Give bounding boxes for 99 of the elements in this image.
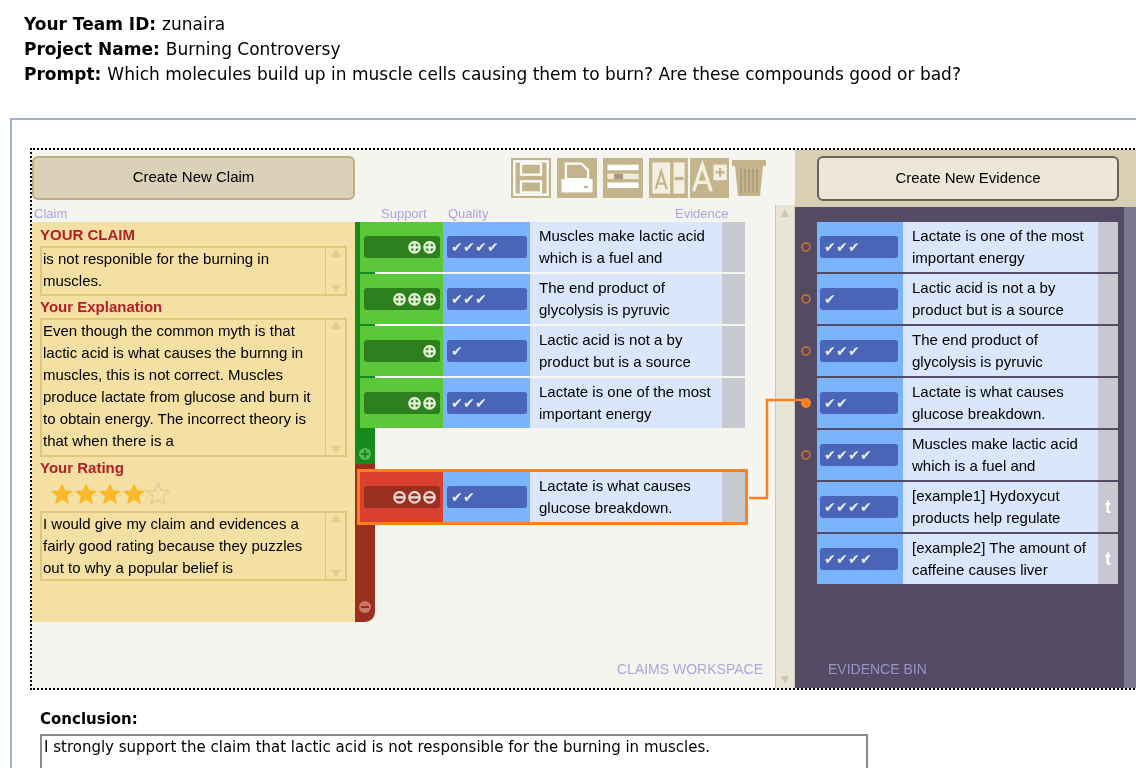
star-icon[interactable]	[74, 482, 98, 506]
connector-icon[interactable]	[801, 346, 811, 356]
field-label: Project Name:	[24, 39, 160, 60]
trash-icon[interactable]	[731, 157, 767, 198]
quality-meter: ✔✔✔✔	[446, 236, 527, 258]
quality-meter: ✔✔✔✔	[820, 444, 898, 466]
card-handle[interactable]	[1098, 378, 1118, 428]
print-icon[interactable]	[557, 157, 597, 198]
claim-row[interactable]: ⊕⊕ ✔✔✔ Lactate is one of the most important energy	[360, 378, 745, 428]
field-value: Which molecules build up in muscle cells causing them to burn? Are these compounds good or bad?	[107, 64, 961, 85]
conclusion-label: Conclusion:	[40, 709, 139, 730]
card-handle[interactable]	[1098, 326, 1118, 376]
evidence-text: Muscles make lactic acid which is a fuel and	[903, 430, 1098, 480]
star-icon[interactable]	[146, 482, 170, 506]
quality-meter: ✔	[820, 288, 898, 310]
card-handle[interactable]	[722, 472, 745, 522]
evidence-text: Lactate is what causes glucose breakdown.	[530, 472, 722, 522]
conclusion-field[interactable]: I strongly support the claim that lactic acid is not responsible for the burning in muscles.	[40, 733, 868, 768]
connector-icon[interactable]	[801, 294, 811, 304]
add-icon[interactable]	[358, 447, 372, 461]
scroll-down-icon[interactable]	[329, 284, 342, 294]
support-meter: ⊕⊕	[363, 392, 440, 414]
evidence-text: [example2] The amount of caffeine causes liver	[903, 534, 1098, 584]
quality-meter: ✔✔	[446, 486, 527, 508]
increase-font-icon[interactable]	[690, 157, 729, 198]
star-icon[interactable]	[122, 482, 146, 506]
claim-row[interactable]: ⊕ ✔ Lactic acid is not a by product but is a source	[360, 326, 745, 376]
rating-text-box[interactable]: I would give my claim and evidences a fairly good rating because they puzzles out to why a popular belief is	[40, 511, 347, 581]
column-header: Claim	[34, 205, 68, 222]
connector-icon[interactable]	[800, 397, 812, 409]
connector-icon[interactable]	[801, 242, 811, 252]
claim-row[interactable]: ⊖⊖⊖ ✔✔ Lactate is what causes glucose breakdown.	[360, 472, 745, 522]
quality-meter: ✔✔✔✔	[820, 496, 898, 518]
support-meter: ⊕	[363, 340, 440, 362]
card-handle[interactable]	[722, 378, 745, 428]
evidence-text: [example1] Hydoxycut products help regulate	[903, 482, 1098, 532]
evidence-text: Lactic acid is not a by product but is a source	[903, 274, 1098, 324]
claim-row[interactable]: ⊕⊕⊕ ✔✔✔ The end product of glycolysis is pyruvic	[360, 274, 745, 324]
create-evidence-button[interactable]: Create New Evidence	[817, 156, 1119, 201]
evidence-text: Lactate is one of the most important energy	[903, 222, 1098, 272]
support-meter: ⊕⊕⊕	[363, 288, 440, 310]
card-handle[interactable]	[722, 274, 745, 324]
evidence-card[interactable]: ✔✔ Lactate is what causes glucose breakdown.	[817, 378, 1118, 428]
evidence-card[interactable]: ✔✔✔ The end product of glycolysis is pyruvic	[817, 326, 1118, 376]
field-value: Burning Controversy	[165, 39, 341, 60]
scroll-up-icon[interactable]	[329, 248, 342, 258]
quality-meter: ✔✔✔✔	[820, 548, 898, 570]
star-icon[interactable]	[50, 482, 74, 506]
explanation-text-box[interactable]: Even though the common myth is that lactic acid is what causes the burnng in muscles, this is not correct. Muscles produce lactate from glucose and burn it to obtain energy. The incorrect theory is that when there is a	[40, 318, 347, 457]
evidence-text: Lactate is what causes glucose breakdown.	[903, 378, 1098, 428]
section-heading: YOUR CLAIM	[40, 225, 136, 245]
column-header: Support	[381, 205, 427, 222]
evidence-text: Lactic acid is not a by product but is a source	[530, 326, 722, 376]
scroll-down-icon[interactable]	[329, 569, 342, 579]
column-header: Evidence	[675, 205, 729, 222]
support-meter: ⊖⊖⊖	[363, 486, 440, 508]
card-handle[interactable]	[1098, 430, 1118, 480]
scroll-up-icon[interactable]	[329, 320, 342, 330]
claim-text-box[interactable]: is not responible for the burning in muscles.	[40, 246, 347, 296]
save-icon[interactable]	[511, 157, 551, 198]
evidence-text: The end product of glycolysis is pyruvic	[903, 326, 1098, 376]
evidence-card[interactable]: ✔ Lactic acid is not a by product but is a source	[817, 274, 1118, 324]
bin-label: EVIDENCE BIN	[828, 660, 927, 679]
quality-meter: ✔✔✔	[446, 392, 527, 414]
claim-row[interactable]: ⊕⊕ ✔✔✔✔ Muscles make lactic acid which is a fuel and	[360, 222, 745, 272]
evidence-card[interactable]: ✔✔✔ Lactate is one of the most important energy	[817, 222, 1118, 272]
card-handle[interactable]	[1098, 222, 1118, 272]
scroll-up-icon[interactable]	[780, 208, 790, 218]
quality-meter: ✔✔✔	[446, 288, 527, 310]
list-icon[interactable]	[603, 157, 643, 198]
section-heading: Your Explanation	[40, 297, 164, 317]
workspace-label: CLAIMS WORKSPACE	[617, 660, 763, 679]
quality-meter: ✔✔	[820, 392, 898, 414]
quality-meter: ✔✔✔	[820, 340, 898, 362]
create-claim-button[interactable]: Create New Claim	[32, 155, 355, 200]
connector-icon[interactable]	[801, 450, 811, 460]
section-heading: Your Rating	[40, 458, 125, 478]
support-meter: ⊕⊕	[363, 236, 440, 258]
card-handle[interactable]	[722, 222, 745, 272]
card-handle[interactable]	[722, 326, 745, 376]
evidence-card[interactable]: ✔✔✔✔ Muscles make lactic acid which is a fuel and	[817, 430, 1118, 480]
decrease-font-icon[interactable]	[649, 157, 688, 198]
scroll-down-icon[interactable]	[780, 675, 790, 685]
scrollbar[interactable]	[775, 205, 795, 688]
scroll-down-icon[interactable]	[329, 445, 342, 455]
card-handle[interactable]	[1098, 274, 1118, 324]
quality-meter: ✔✔✔	[820, 236, 898, 258]
scrollbar[interactable]	[1124, 207, 1136, 688]
evidence-text: Muscles make lactic acid which is a fuel and	[530, 222, 722, 272]
star-icon[interactable]	[98, 482, 122, 506]
scroll-up-icon[interactable]	[329, 513, 342, 523]
field-label: Prompt:	[24, 64, 102, 85]
remove-icon[interactable]	[358, 600, 372, 614]
field-label: Your Team ID:	[24, 14, 157, 35]
field-value: zunaira	[162, 14, 226, 35]
evidence-text: The end product of glycolysis is pyruvic	[530, 274, 722, 324]
evidence-text: Lactate is one of the most important energy	[530, 378, 722, 428]
quality-meter: ✔	[446, 340, 527, 362]
column-header: Quality	[448, 205, 489, 222]
